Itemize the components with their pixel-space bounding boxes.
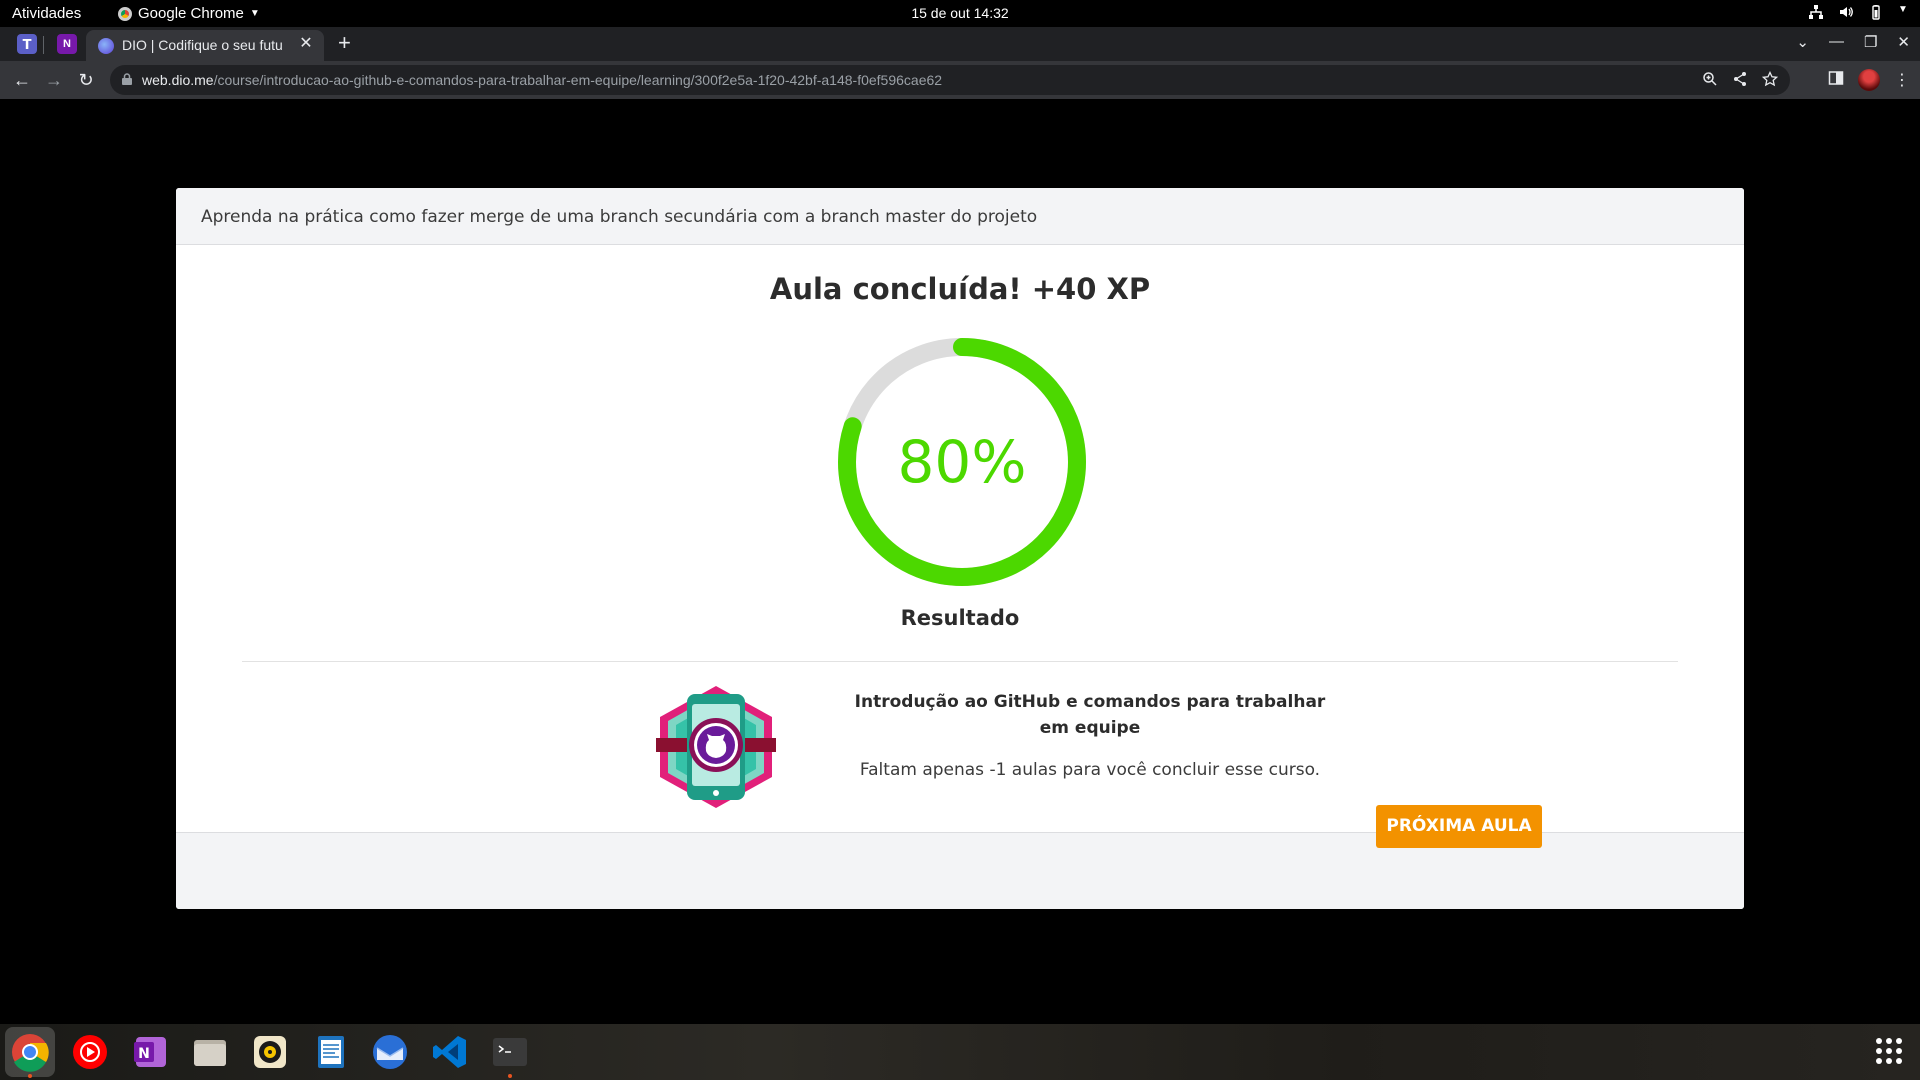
chrome-icon[interactable] xyxy=(10,1032,50,1072)
network-icon xyxy=(1808,4,1824,20)
tab-separator xyxy=(43,36,44,54)
dio-favicon-icon xyxy=(98,38,114,54)
thunderbird-icon[interactable] xyxy=(370,1032,410,1072)
window-controls: ⌄ — ❐ ✕ xyxy=(1796,33,1910,51)
course-title: Introdução ao GitHub e comandos para tra… xyxy=(854,692,1326,738)
youtube-music-icon[interactable] xyxy=(70,1032,110,1072)
svg-text:N: N xyxy=(138,1046,150,1062)
lesson-complete-modal: Aprenda na prática como fazer merge de u… xyxy=(176,188,1744,909)
running-indicator xyxy=(508,1074,512,1078)
completion-title: Aula concluída! +40 XP xyxy=(769,272,1151,306)
onenote-icon[interactable]: N xyxy=(130,1032,170,1072)
address-bar[interactable]: web.dio.me/course/introducao-ao-github-e… xyxy=(110,65,1790,95)
new-tab-button[interactable]: + xyxy=(338,32,351,54)
restore-icon[interactable]: ❐ xyxy=(1864,33,1877,51)
show-applications-icon[interactable] xyxy=(1876,1038,1902,1064)
vscode-icon[interactable] xyxy=(430,1032,470,1072)
files-icon[interactable] xyxy=(190,1032,230,1072)
terminal-icon[interactable] xyxy=(490,1032,530,1072)
url-text: web.dio.me/course/introducao-ao-github-e… xyxy=(142,72,942,88)
bookmark-star-icon[interactable] xyxy=(1761,70,1779,92)
text-editor-icon[interactable] xyxy=(310,1032,350,1072)
modal-header: Aprenda na prática como fazer merge de u… xyxy=(176,188,1744,245)
clock[interactable]: 15 de out 14:32 xyxy=(0,5,1920,21)
omnibox-actions xyxy=(1702,70,1779,92)
battery-icon xyxy=(1868,4,1884,20)
zoom-icon[interactable] xyxy=(1702,71,1718,92)
close-window-icon[interactable]: ✕ xyxy=(1897,33,1910,51)
page-viewport: Aprenda na prática como fazer merge de u… xyxy=(0,99,1920,1024)
progress-ring: 80% xyxy=(838,338,1086,586)
lesson-description: Aprenda na prática como fazer merge de u… xyxy=(201,207,1038,227)
reload-icon[interactable]: ↻ xyxy=(74,68,98,92)
pinned-tab-teams[interactable]: T xyxy=(17,34,37,54)
result-label: Resultado xyxy=(900,606,1020,630)
url-host: web.dio.me xyxy=(142,72,214,88)
side-panel-icon[interactable] xyxy=(1828,70,1844,91)
power-menu-icon: ▼ xyxy=(1898,4,1908,15)
active-tab[interactable]: DIO | Codifique o seu futu ✕ xyxy=(86,30,324,61)
back-icon[interactable]: ← xyxy=(10,68,34,92)
browser-toolbar: ← → ↻ web.dio.me/course/introducao-ao-gi… xyxy=(0,61,1920,99)
tab-search-icon[interactable]: ⌄ xyxy=(1796,33,1809,51)
rhythmbox-icon[interactable] xyxy=(250,1032,290,1072)
pinned-tab-onenote[interactable]: N xyxy=(57,34,77,54)
tab-strip: T N DIO | Codifique o seu futu ✕ + ⌄ — ❐… xyxy=(0,27,1920,61)
url-path: /course/introducao-ao-github-e-comandos-… xyxy=(213,72,943,88)
volume-icon xyxy=(1838,4,1854,20)
github-course-badge xyxy=(656,686,776,808)
minimize-icon[interactable]: — xyxy=(1829,33,1844,51)
chrome-menu-icon[interactable]: ⋮ xyxy=(1894,70,1910,90)
share-icon[interactable] xyxy=(1732,71,1748,92)
svg-text:T: T xyxy=(23,38,32,53)
divider xyxy=(242,661,1678,662)
close-tab-icon[interactable]: ✕ xyxy=(296,34,316,54)
tab-title: DIO | Codifique o seu futu xyxy=(122,37,283,53)
remaining-lessons-text: Faltam apenas -1 aulas para você conclui… xyxy=(859,760,1321,780)
toolbar-right: ⋮ xyxy=(1828,69,1910,91)
system-top-bar: Atividades Google Chrome ▼ 15 de out 14:… xyxy=(0,0,1920,27)
lock-icon xyxy=(122,73,132,85)
progress-percent: 80% xyxy=(898,428,1027,496)
forward-icon[interactable]: → xyxy=(42,68,66,92)
profile-avatar[interactable] xyxy=(1858,69,1880,91)
running-indicator xyxy=(28,1074,32,1078)
dock: N xyxy=(0,1024,1920,1080)
next-lesson-button[interactable]: PRÓXIMA AULA xyxy=(1376,805,1542,848)
system-tray[interactable]: ▼ xyxy=(1808,4,1908,20)
